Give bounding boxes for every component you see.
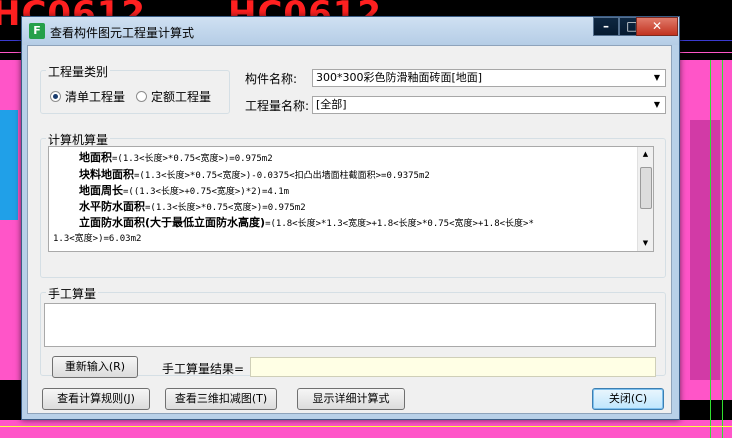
radio-norm-quantity-label: 定额工程量 bbox=[151, 90, 212, 104]
chevron-down-icon: ▼ bbox=[653, 100, 661, 109]
cad-line bbox=[710, 60, 711, 438]
scroll-up-icon[interactable]: ▲ bbox=[638, 147, 653, 162]
formula-line: 水平防水面积=(1.3<长度>*0.75<宽度>)=0.975m2 bbox=[79, 198, 306, 214]
formula-line: 地面周长=((1.3<长度>+0.75<宽度>)*2)=4.1m bbox=[79, 182, 289, 198]
formula-expression: =(1.3<长度>*0.75<宽度>)=0.975m2 bbox=[112, 154, 273, 164]
close-button[interactable]: 关闭(C) bbox=[592, 388, 664, 410]
close-icon: ✕ bbox=[651, 19, 663, 33]
reenter-button[interactable]: 重新输入(R) bbox=[52, 356, 138, 378]
formula-expression: =((1.3<长度>+0.75<宽度>)*2)=4.1m bbox=[123, 187, 290, 197]
cad-pink-fill bbox=[0, 60, 22, 380]
quantity-name-select[interactable]: [全部] ▼ bbox=[312, 96, 666, 114]
quantity-name-label: 工程量名称: bbox=[245, 99, 310, 113]
scroll-down-icon[interactable]: ▼ bbox=[638, 236, 653, 251]
view-rules-button[interactable]: 查看计算规则(J) bbox=[42, 388, 150, 410]
formula-line: 地面积=(1.3<长度>*0.75<宽度>)=0.975m2 bbox=[79, 149, 273, 165]
scroll-thumb[interactable] bbox=[640, 167, 652, 209]
manual-result-label: 手工算量结果= bbox=[162, 362, 245, 376]
show-detail-formula-button[interactable]: 显示详细计算式 bbox=[297, 388, 405, 410]
cad-pink-fill bbox=[690, 120, 720, 380]
component-name-value: 300*300彩色防滑釉面砖面[地面] bbox=[316, 71, 483, 84]
formula-expression: =(1.8<长度>*1.3<宽度>+1.8<长度>*0.75<宽度>+1.8<长… bbox=[265, 219, 534, 229]
vertical-scrollbar[interactable]: ▲ ▼ bbox=[637, 147, 653, 251]
radio-unselected-icon bbox=[136, 91, 147, 102]
cad-line bbox=[722, 60, 723, 438]
quantity-name-value: [全部] bbox=[316, 98, 347, 111]
formula-line: 立面防水面积(大于最低立面防水高度)=(1.8<长度>*1.3<宽度>+1.8<… bbox=[79, 214, 534, 230]
quantity-formula-dialog: F 查看构件图元工程量计算式 – □ ✕ 工程量类别 清单工程量 定额工程量 构… bbox=[21, 16, 680, 420]
cad-pink-fill bbox=[0, 420, 732, 438]
title-bar[interactable]: F 查看构件图元工程量计算式 – □ ✕ bbox=[22, 17, 679, 45]
formula-name: 地面周长 bbox=[79, 184, 123, 197]
component-name-label: 构件名称: bbox=[245, 72, 298, 86]
manual-quantity-label: 手工算量 bbox=[46, 285, 99, 302]
window-title: 查看构件图元工程量计算式 bbox=[50, 26, 195, 40]
formula-continuation: 1.3<宽度>)=6.03m2 bbox=[53, 234, 142, 244]
minimize-button[interactable]: – bbox=[593, 17, 619, 36]
radio-bill-quantity[interactable]: 清单工程量 bbox=[50, 88, 125, 105]
computed-formula-textarea[interactable]: 地面积=(1.3<长度>*0.75<宽度>)=0.975m2 块料地面积=(1.… bbox=[48, 146, 654, 252]
dialog-client-area: 工程量类别 清单工程量 定额工程量 构件名称: 300*300彩色防滑釉面砖面[… bbox=[27, 45, 672, 414]
formula-line: 块料地面积=(1.3<长度>*0.75<宽度>)-0.0375<扣凸出墙面柱截面… bbox=[79, 166, 430, 182]
radio-selected-icon bbox=[50, 91, 61, 102]
app-icon: F bbox=[29, 23, 45, 39]
manual-formula-input[interactable] bbox=[44, 303, 656, 347]
chevron-down-icon: ▼ bbox=[653, 73, 661, 82]
close-window-button[interactable]: ✕ bbox=[636, 17, 678, 36]
cad-line bbox=[0, 426, 732, 427]
cad-cyan-fill bbox=[0, 110, 18, 220]
formula-name: 块料地面积 bbox=[79, 168, 134, 181]
component-name-select[interactable]: 300*300彩色防滑釉面砖面[地面] ▼ bbox=[312, 69, 666, 87]
formula-expression: =(1.3<长度>*0.75<宽度>)-0.0375<扣凸出墙面柱截面积>=0.… bbox=[134, 171, 430, 181]
formula-name: 立面防水面积(大于最低立面防水高度) bbox=[79, 216, 266, 229]
formula-name: 水平防水面积 bbox=[79, 200, 145, 213]
view-3d-button[interactable]: 查看三维扣减图(T) bbox=[165, 388, 277, 410]
quantity-type-label: 工程量类别 bbox=[46, 63, 111, 80]
radio-norm-quantity[interactable]: 定额工程量 bbox=[136, 88, 211, 105]
formula-name: 地面积 bbox=[79, 151, 112, 164]
radio-bill-quantity-label: 清单工程量 bbox=[65, 90, 126, 104]
manual-result-field[interactable] bbox=[250, 357, 656, 377]
formula-expression: =(1.3<长度>*0.75<宽度>)=0.975m2 bbox=[145, 203, 306, 213]
minimize-icon: – bbox=[603, 19, 609, 33]
